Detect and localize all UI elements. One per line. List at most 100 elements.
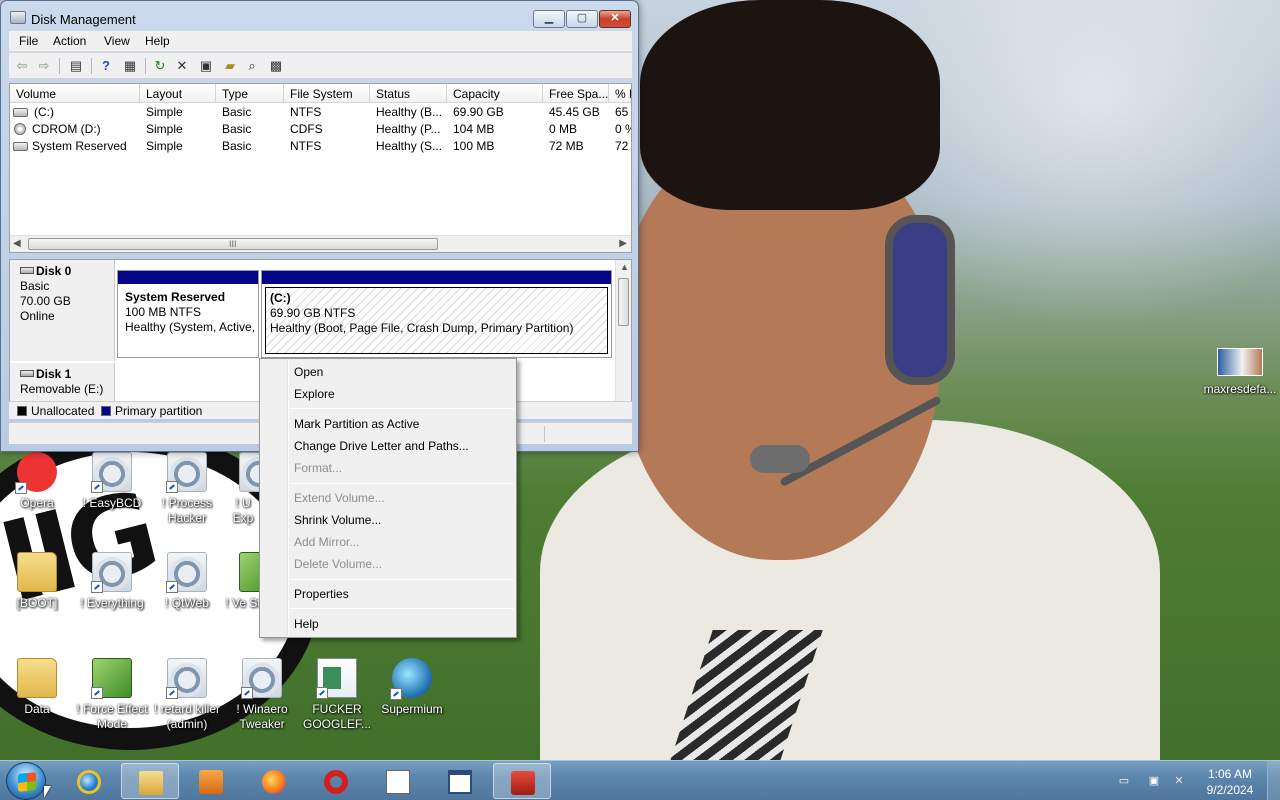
- gear-icon: [91, 452, 132, 493]
- desktop-icon-force-effect[interactable]: ! Force Effect Mode: [75, 658, 149, 732]
- refresh-icon[interactable]: ↻: [151, 57, 169, 75]
- menu-item-extend: Extend Volume...: [294, 491, 385, 505]
- menu-action[interactable]: Action: [53, 34, 86, 48]
- cell-free: 45.45 GB: [549, 105, 600, 119]
- desktop-icon-process-hacker[interactable]: ! Process Hacker: [150, 452, 224, 526]
- document-icon: [386, 770, 410, 794]
- horizontal-scrollbar[interactable]: ◀ III ▶: [10, 235, 631, 252]
- taskbar-ie[interactable]: [60, 763, 118, 799]
- scroll-left-icon[interactable]: ◀: [13, 238, 21, 249]
- desktop-icon-boot[interactable]: [BOOT]: [0, 552, 74, 611]
- cdrom-icon: [14, 123, 26, 135]
- disk-management-icon: [10, 11, 26, 24]
- window-title: Disk Management: [31, 12, 136, 27]
- maximize-button[interactable]: ▢: [566, 10, 598, 28]
- keyboard-icon[interactable]: ▭: [1117, 775, 1131, 787]
- desktop-icon-easybcd[interactable]: ! EasyBCD: [75, 452, 149, 511]
- taskbar-computer-management[interactable]: [493, 763, 551, 799]
- table-row[interactable]: (C:) Simple Basic NTFS Healthy (B... 69.…: [10, 104, 631, 121]
- menu-item-mark-active[interactable]: Mark Partition as Active: [294, 417, 419, 431]
- partition-system-reserved[interactable]: System Reserved 100 MB NTFS Healthy (Sys…: [117, 270, 259, 358]
- desktop-icon-u-exp[interactable]: ! U Exp: [225, 452, 261, 526]
- minimize-button[interactable]: ▁: [533, 10, 565, 28]
- taskbar-window[interactable]: [431, 763, 489, 799]
- folder-icon: [17, 658, 57, 698]
- cell-status: Healthy (P...: [376, 122, 441, 136]
- vertical-scrollbar[interactable]: ▲ ▼: [615, 260, 631, 418]
- menu-file[interactable]: File: [19, 34, 38, 48]
- desktop-icon-qtweb[interactable]: ! QtWeb: [150, 552, 224, 611]
- open-folder-icon[interactable]: ▰: [221, 57, 239, 75]
- menu-help[interactable]: Help: [145, 34, 170, 48]
- column-header[interactable]: Layout: [146, 87, 216, 101]
- taskbar-firefox[interactable]: [245, 763, 303, 799]
- scrollbar-thumb[interactable]: III: [28, 238, 438, 250]
- column-header[interactable]: Capacity: [453, 87, 541, 101]
- column-header[interactable]: Volume: [16, 87, 136, 101]
- taskbar-document[interactable]: [369, 763, 427, 799]
- disk-1-label[interactable]: Disk 1 Removable (E:): [10, 363, 115, 403]
- taskbar-opera[interactable]: [307, 763, 365, 799]
- partition-size: 100 MB NTFS: [125, 305, 202, 319]
- desktop-icon-label: maxresdefa...: [1203, 382, 1277, 396]
- start-button[interactable]: [6, 762, 46, 800]
- table-row[interactable]: CDROM (D:) Simple Basic CDFS Healthy (P.…: [10, 121, 631, 138]
- console-tree-icon[interactable]: ▤: [67, 57, 85, 75]
- menu-item-open[interactable]: Open: [294, 365, 323, 379]
- desktop-icon-everything[interactable]: ! Everything: [75, 552, 149, 611]
- image-thumbnail-icon: [1217, 348, 1263, 376]
- delete-icon[interactable]: ✕: [173, 57, 191, 75]
- desktop-icon-supermium[interactable]: Supermium: [375, 658, 449, 717]
- column-header[interactable]: Type: [222, 87, 282, 101]
- taskbar-explorer[interactable]: [121, 763, 179, 799]
- menu-item-explore[interactable]: Explore: [294, 387, 335, 401]
- gear-icon: [166, 658, 207, 699]
- cell-capacity: 69.90 GB: [453, 105, 504, 119]
- network-icon[interactable]: ▣: [1147, 775, 1161, 787]
- properties-icon[interactable]: ▣: [197, 57, 215, 75]
- desktop-icon-retard-killer[interactable]: ! retard killer (admin): [150, 658, 224, 732]
- desktop-icon-data[interactable]: Data: [0, 658, 74, 717]
- menu-item-help[interactable]: Help: [294, 617, 319, 631]
- show-desktop-button[interactable]: [1267, 761, 1280, 800]
- scroll-right-icon[interactable]: ▶: [619, 238, 627, 249]
- volume-muted-icon[interactable]: ✕: [1172, 775, 1186, 787]
- title-bar[interactable]: Disk Management ▁ ▢ ✕: [1, 1, 638, 31]
- help-icon[interactable]: ?: [97, 57, 115, 75]
- settings-icon[interactable]: ▩: [267, 57, 285, 75]
- clock[interactable]: 1:06 AM 9/2/2024: [1195, 766, 1265, 798]
- desktop-icon-ve-st[interactable]: ! Ve St: [225, 552, 261, 611]
- cell-type: Basic: [222, 139, 252, 153]
- taskbar: ▭ ▣ ✕ 1:06 AM 9/2/2024: [0, 760, 1280, 800]
- column-header[interactable]: Status: [376, 87, 446, 101]
- menu-item-properties[interactable]: Properties: [294, 587, 349, 601]
- desktop-icon-fucker[interactable]: FUCKER GOOGLEF...: [300, 658, 374, 732]
- desktop-icon-label: Opera: [20, 496, 54, 510]
- scrollbar-thumb[interactable]: [618, 278, 629, 326]
- menu-item-add-mirror: Add Mirror...: [294, 535, 360, 549]
- table-row[interactable]: System Reserved Simple Basic NTFS Health…: [10, 138, 631, 155]
- desktop-icon-label: ! Winaero Tweaker: [236, 702, 288, 731]
- column-header[interactable]: Free Spa...: [549, 87, 609, 101]
- column-header[interactable]: % F: [615, 87, 631, 101]
- desktop-icon-opera[interactable]: Opera: [0, 452, 74, 511]
- disk-name: Disk 0: [36, 264, 72, 278]
- forward-icon[interactable]: ⇨: [35, 57, 53, 75]
- cell-fs: CDFS: [290, 122, 323, 136]
- partition-c[interactable]: (C:) 69.90 GB NTFS Healthy (Boot, Page F…: [261, 270, 612, 358]
- back-icon[interactable]: ⇦: [13, 57, 31, 75]
- menu-item-change-letter[interactable]: Change Drive Letter and Paths...: [294, 439, 469, 453]
- disk-0-label[interactable]: Disk 0 Basic 70.00 GB Online: [10, 260, 115, 361]
- search-icon[interactable]: ⌕: [243, 57, 261, 75]
- mouse-cursor-icon: [44, 786, 51, 798]
- scroll-up-icon[interactable]: ▲: [620, 262, 629, 272]
- panel-icon[interactable]: ▦: [121, 57, 139, 75]
- menu-view[interactable]: View: [104, 34, 130, 48]
- desktop-icon-winaero[interactable]: ! Winaero Tweaker: [225, 658, 299, 732]
- menu-item-shrink[interactable]: Shrink Volume...: [294, 513, 381, 527]
- taskbar-media[interactable]: [182, 763, 240, 799]
- column-header[interactable]: File System: [290, 87, 370, 101]
- close-button[interactable]: ✕: [599, 10, 631, 28]
- windows-logo-icon: [18, 772, 36, 792]
- desktop-icon-maxres[interactable]: maxresdefa...: [1200, 348, 1280, 397]
